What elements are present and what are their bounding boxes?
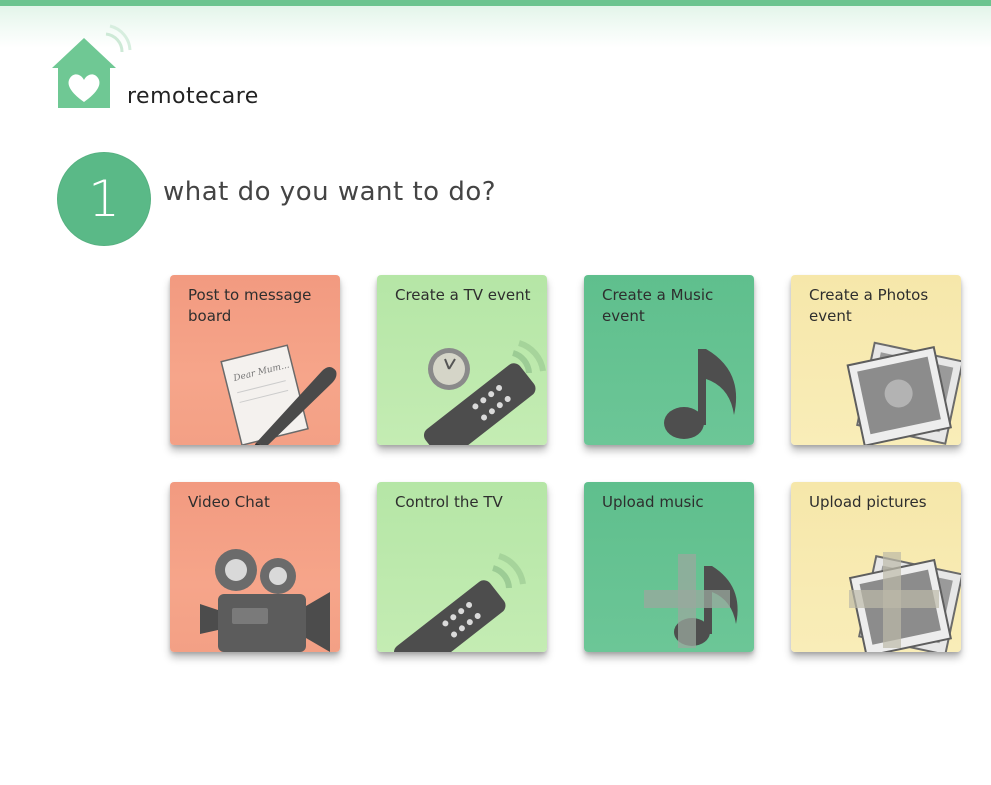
header-accent-line [0,0,991,6]
tile-label: Control the TV [395,493,503,511]
step-prompt: what do you want to do? [163,177,497,207]
tile-label: Post to message board [188,286,312,325]
step-number: 1 [88,170,120,228]
tile-upload-pictures[interactable]: Upload pictures [791,482,961,652]
header-band [0,0,991,48]
step-badge: 1 [57,152,151,246]
brand-name: remotecare [127,84,259,109]
tile-label: Create a TV event [395,286,531,304]
house-heart-wifi-icon [52,24,132,108]
tile-create-photos-event[interactable]: Create a Photos event [791,275,961,445]
tile-post-message-board[interactable]: Dear Mum... Post to message board [170,275,340,445]
tile-label: Upload music [602,493,704,511]
tile-label: Create a Photos event [809,286,929,325]
tile-label: Video Chat [188,493,270,511]
tile-label: Upload pictures [809,493,927,511]
tile-control-the-tv[interactable]: Control the TV [377,482,547,652]
tile-upload-music[interactable]: Upload music [584,482,754,652]
tile-video-chat[interactable]: Video Chat [170,482,340,652]
tile-label: Create a Music event [602,286,714,325]
tile-create-tv-event[interactable]: Create a TV event [377,275,547,445]
tile-create-music-event[interactable]: Create a Music event [584,275,754,445]
